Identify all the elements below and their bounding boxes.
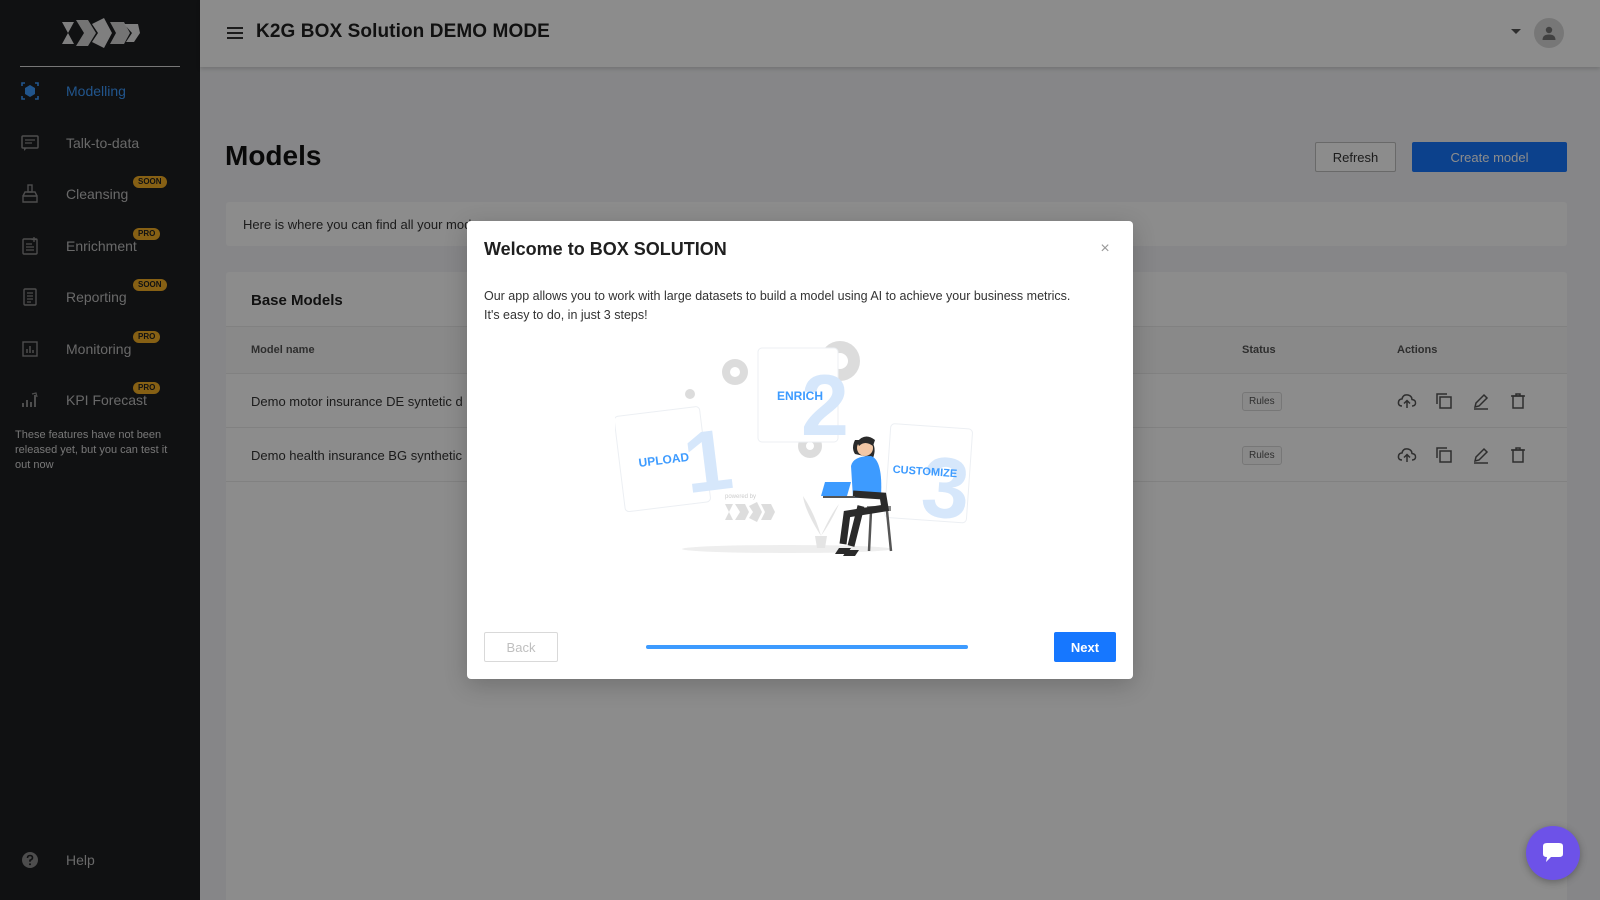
person-figure xyxy=(821,436,893,556)
back-button[interactable]: Back xyxy=(484,632,558,662)
plant-icon xyxy=(803,496,839,548)
modal-text-line: It's easy to do, in just 3 steps! xyxy=(484,307,648,322)
k2g-logo xyxy=(725,502,775,522)
close-icon[interactable]: × xyxy=(1097,241,1113,257)
ground-shadow xyxy=(682,545,892,553)
powered-by-text: powered by xyxy=(725,494,756,500)
upload-card: 1 UPLOAD xyxy=(615,406,738,512)
onboarding-illustration: 1 UPLOAD 2 ENRICH 3 CUSTOMIZE powered by xyxy=(615,341,973,556)
step-progress-bar[interactable] xyxy=(646,645,968,649)
modal-text-line: Our app allows you to work with large da… xyxy=(484,289,1071,303)
progress-fill xyxy=(646,645,968,649)
svg-text:2: 2 xyxy=(801,358,849,454)
chat-bubble-icon xyxy=(1543,843,1563,862)
next-button[interactable]: Next xyxy=(1054,632,1116,662)
step2-label: ENRICH xyxy=(777,389,823,403)
svg-text:3: 3 xyxy=(918,439,972,538)
customize-card: 3 CUSTOMIZE xyxy=(884,423,973,538)
welcome-modal: Welcome to BOX SOLUTION × Our app allows… xyxy=(467,221,1133,679)
modal-title: Welcome to BOX SOLUTION xyxy=(484,239,727,259)
modal-description: Our app allows you to work with large da… xyxy=(484,287,1114,324)
chat-button[interactable] xyxy=(1526,826,1580,880)
